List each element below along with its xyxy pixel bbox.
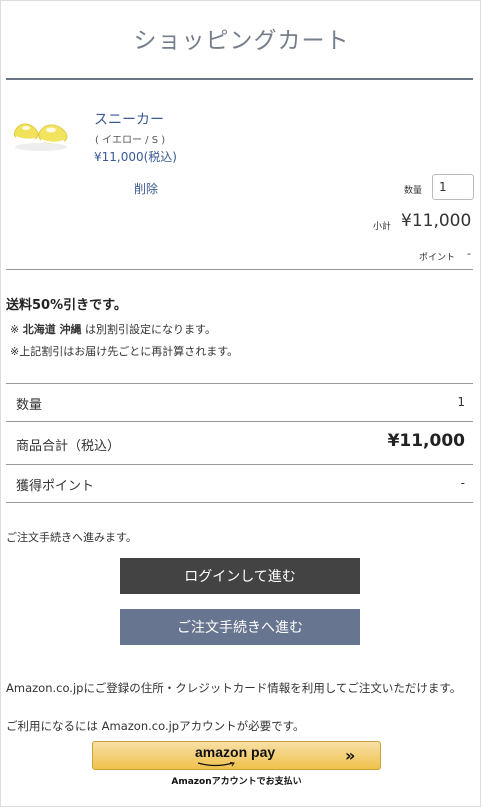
page-title: ショッピングカート xyxy=(133,28,350,54)
note-region-text: は別割引設定になります。 xyxy=(81,323,216,336)
summary-quantity-value: 1 xyxy=(457,395,465,409)
title-divider xyxy=(6,78,473,80)
shipping-discount-title: 送料50%引きです。 xyxy=(6,298,127,313)
summary-row-total: 商品合計（税込） ¥11,000 xyxy=(6,422,473,464)
order-proceed-button[interactable]: ご注文手続きへ進む xyxy=(120,609,360,645)
subtotal-value: ¥11,000 xyxy=(401,211,472,231)
shipping-note-recalc: ※上記割引はお届け先ごとに再計算されます。 xyxy=(10,345,239,358)
excluded-regions: 北海道 沖縄 xyxy=(22,323,82,336)
item-point-label: ポイント xyxy=(419,253,456,263)
summary-bottom-divider xyxy=(6,502,473,503)
summary-quantity-label: 数量 xyxy=(16,398,43,413)
amazon-pay-button[interactable]: amazon pay » xyxy=(92,741,381,770)
double-chevron-right-icon: » xyxy=(345,746,356,765)
cart-page: ショッピングカート スニーカー ( イエロー / S ) ¥11,000(税込)… xyxy=(0,0,481,807)
summary-points-value: - xyxy=(460,476,465,490)
amazon-smile-icon xyxy=(197,762,235,767)
item-divider xyxy=(6,269,473,270)
summary-total-value: ¥11,000 xyxy=(387,431,465,451)
quantity-input[interactable] xyxy=(432,174,474,200)
login-proceed-button[interactable]: ログインして進む xyxy=(120,558,360,594)
summary-row-quantity: 数量 1 xyxy=(6,384,473,421)
amazon-account-note: ご利用になるには Amazon.co.jpアカウントが必要です。 xyxy=(6,719,305,733)
shipping-note-region: ※ 北海道 沖縄 は別割引設定になります。 xyxy=(10,321,216,337)
note-mark: ※ xyxy=(10,323,23,336)
amazon-pay-caption: Amazonアカウントでお支払い xyxy=(171,777,302,787)
product-price: ¥11,000(税込) xyxy=(94,150,177,164)
product-name[interactable]: スニーカー xyxy=(94,109,164,129)
subtotal-label: 小計 xyxy=(373,222,392,232)
delete-item-link[interactable]: 削除 xyxy=(134,180,158,197)
product-variant: ( イエロー / S ) xyxy=(95,135,166,146)
summary-points-label: 獲得ポイント xyxy=(16,479,95,494)
proceed-text: ご注文手続きへ進みます。 xyxy=(6,531,137,544)
amazon-pay-logo: amazon pay xyxy=(195,744,276,760)
item-point-value: - xyxy=(467,247,471,260)
amazon-pay-info: Amazon.co.jpにご登録の住所・クレジットカード情報を利用してご注文いた… xyxy=(6,681,462,695)
summary-total-label: 商品合計（税込） xyxy=(16,439,121,454)
sneaker-thumbnail[interactable] xyxy=(11,109,71,155)
summary-row-points: 獲得ポイント - xyxy=(6,465,473,502)
quantity-label: 数量 xyxy=(404,186,423,196)
